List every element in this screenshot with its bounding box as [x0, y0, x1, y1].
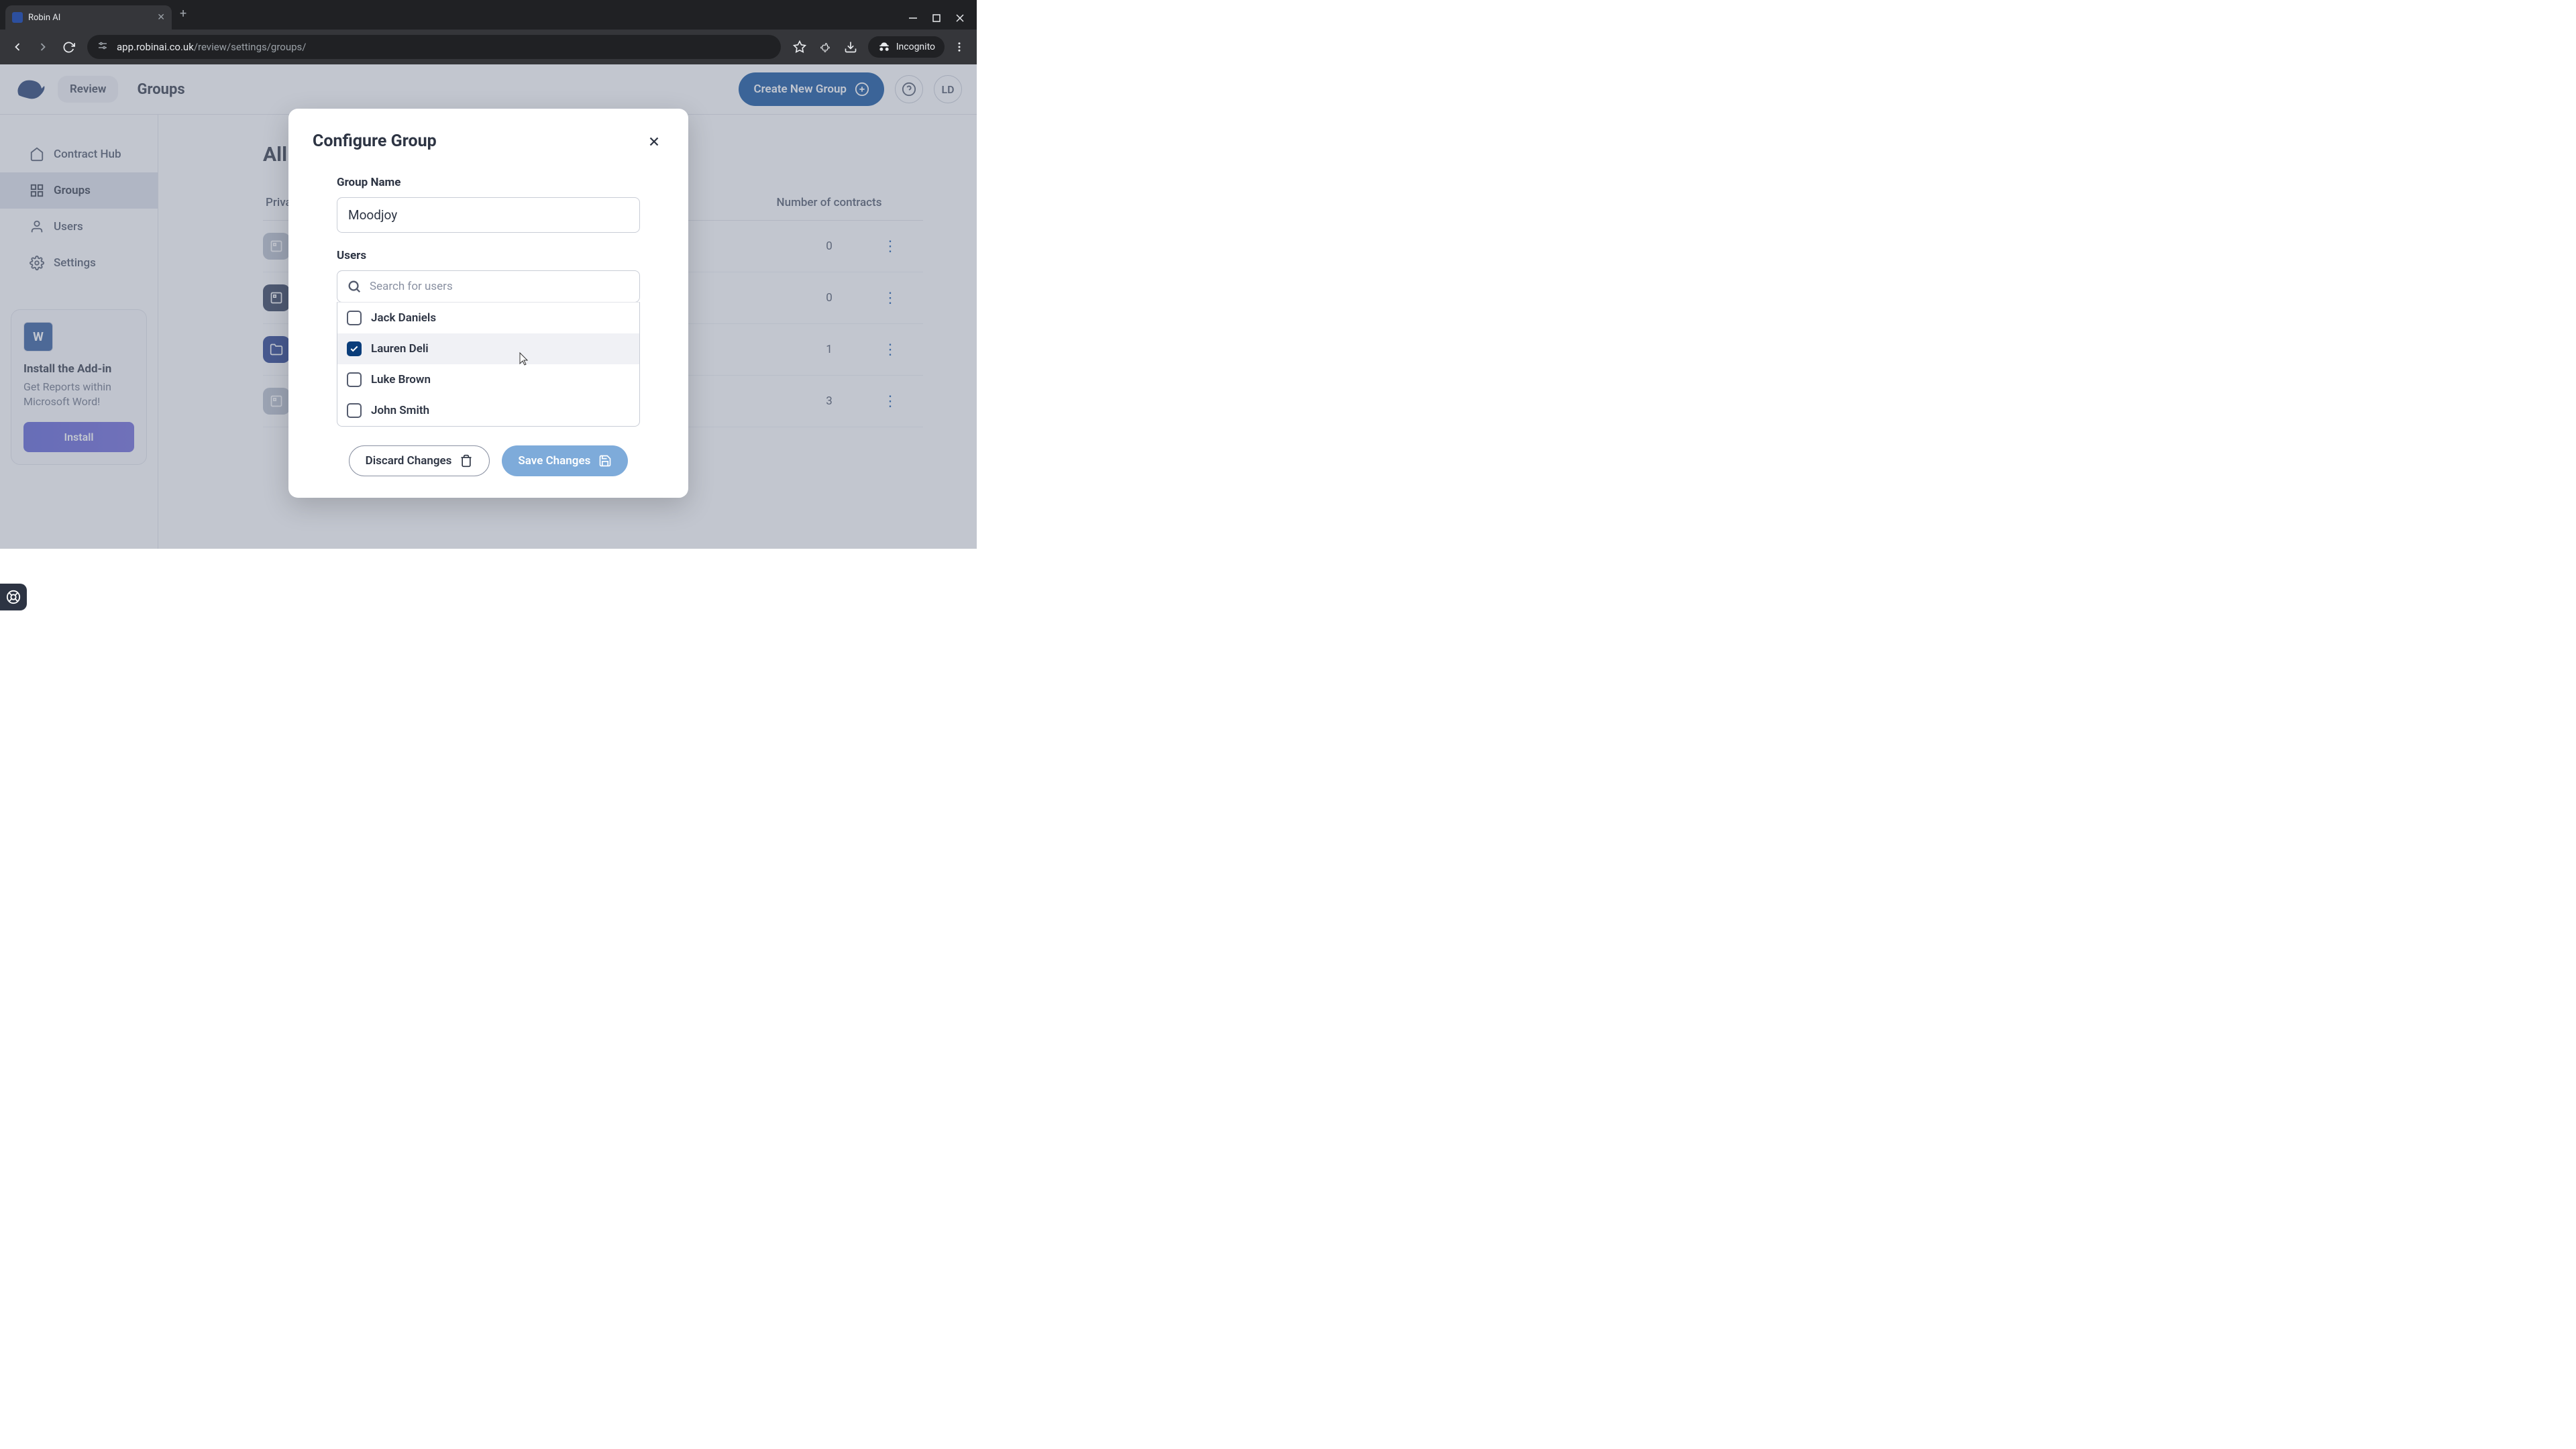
- reload-button[interactable]: [58, 36, 79, 58]
- tab-close-icon[interactable]: ✕: [157, 12, 165, 23]
- window-controls: [908, 13, 977, 23]
- user-name: John Smith: [371, 404, 429, 417]
- support-widget[interactable]: [0, 584, 27, 610]
- incognito-label: Incognito: [896, 42, 935, 52]
- save-icon: [598, 454, 612, 468]
- user-list-item[interactable]: Lauren Deli: [337, 333, 639, 364]
- close-icon: [647, 134, 661, 149]
- incognito-indicator[interactable]: Incognito: [868, 36, 945, 58]
- address-bar[interactable]: app.robinai.co.uk/review/settings/groups…: [87, 35, 781, 59]
- downloads-icon[interactable]: [840, 36, 861, 58]
- url-path: /review/settings/groups/: [194, 41, 307, 53]
- minimize-icon[interactable]: [908, 13, 918, 23]
- checkbox-icon[interactable]: [347, 372, 362, 387]
- site-settings-icon[interactable]: [97, 40, 109, 54]
- user-list-item[interactable]: Luke Brown: [337, 364, 639, 395]
- discard-changes-button[interactable]: Discard Changes: [349, 445, 490, 476]
- checkbox-icon[interactable]: [347, 311, 362, 325]
- user-name: Jack Daniels: [371, 311, 436, 325]
- user-search-field[interactable]: [337, 270, 640, 303]
- user-list-item[interactable]: John Smith: [337, 395, 639, 426]
- browser-tab-strip: Robin AI ✕ +: [0, 0, 977, 30]
- checkbox-icon[interactable]: [347, 403, 362, 418]
- modal-title: Configure Group: [313, 131, 437, 151]
- tab-title: Robin AI: [28, 13, 152, 23]
- user-search-input[interactable]: [370, 280, 630, 293]
- back-button[interactable]: [7, 36, 28, 58]
- url-host: app.robinai.co.uk: [117, 41, 194, 53]
- modal-overlay[interactable]: Configure Group Group Name Users Jack Da…: [0, 64, 977, 549]
- close-window-icon[interactable]: [955, 13, 965, 23]
- checkbox-icon[interactable]: [347, 341, 362, 356]
- user-name: Lauren Deli: [371, 342, 429, 356]
- address-bar-row: app.robinai.co.uk/review/settings/groups…: [0, 30, 977, 64]
- group-name-input[interactable]: [337, 197, 640, 233]
- bookmark-icon[interactable]: [789, 36, 810, 58]
- user-list: Jack Daniels Lauren Deli Luke Brown John Sm…: [337, 302, 640, 427]
- save-changes-button[interactable]: Save Changes: [502, 445, 628, 476]
- configure-group-modal: Configure Group Group Name Users Jack Da…: [288, 109, 688, 498]
- life-buoy-icon: [6, 590, 21, 604]
- user-name: Luke Brown: [371, 373, 431, 386]
- user-list-item[interactable]: Jack Daniels: [337, 303, 639, 333]
- browser-tab[interactable]: Robin AI ✕: [5, 5, 172, 30]
- trash-icon: [460, 454, 473, 468]
- maximize-icon[interactable]: [932, 14, 941, 22]
- extensions-icon[interactable]: [814, 36, 836, 58]
- users-label: Users: [337, 249, 664, 262]
- tab-favicon: [12, 12, 23, 23]
- new-tab-button[interactable]: +: [172, 7, 195, 21]
- search-icon: [347, 279, 362, 294]
- forward-button[interactable]: [32, 36, 54, 58]
- modal-close-button[interactable]: [644, 131, 664, 156]
- group-name-label: Group Name: [337, 176, 664, 189]
- browser-menu-icon[interactable]: [949, 36, 970, 58]
